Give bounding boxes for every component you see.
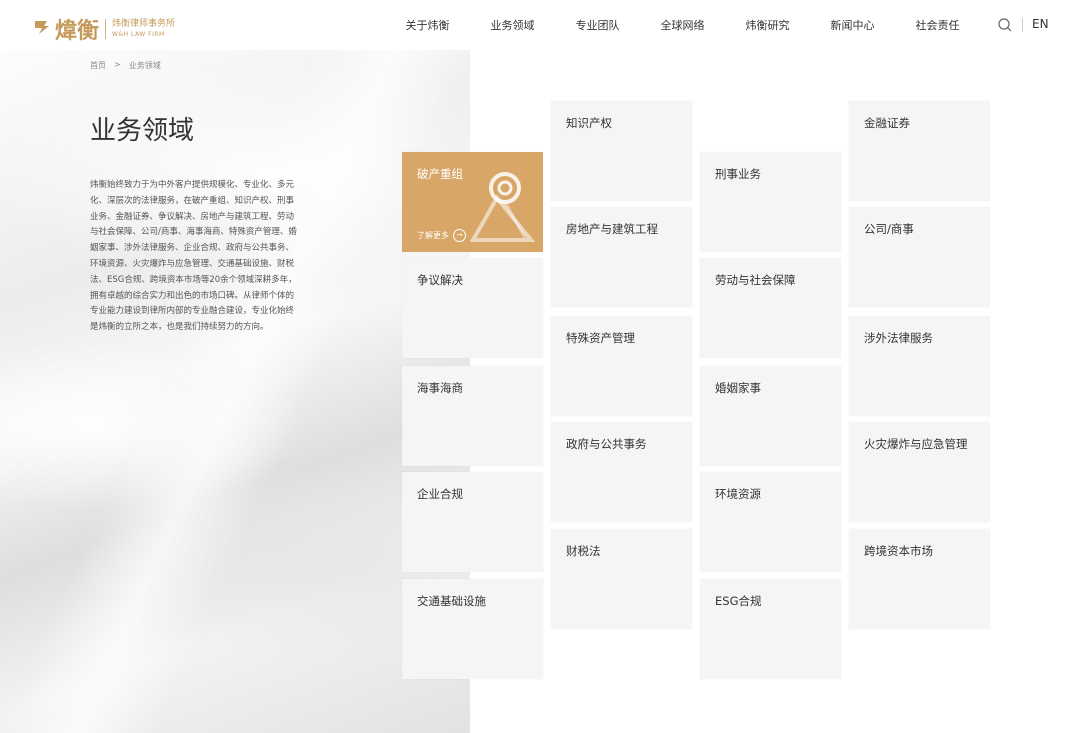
breadcrumb: 首页 > 业务领域 — [90, 60, 161, 71]
practice-tile-label: 政府与公共事务 — [566, 437, 647, 451]
practice-tile-label: 涉外法律服务 — [864, 331, 933, 345]
practice-tile-label: 特殊资产管理 — [566, 331, 635, 345]
practice-tile-esg[interactable]: ESG合规 — [700, 579, 841, 679]
practice-tile-environment[interactable]: 环境资源 — [700, 472, 841, 572]
practice-tile-label: 争议解决 — [417, 273, 463, 287]
logo-en-name: W&H LAW FIRM — [112, 31, 165, 38]
practice-tile-label: 劳动与社会保障 — [715, 273, 796, 287]
practice-tile-real-estate[interactable]: 房地产与建筑工程 — [551, 207, 692, 307]
practice-tile-ip[interactable]: 知识产权 — [551, 101, 692, 201]
practice-tile-label: 企业合规 — [417, 487, 463, 501]
nav-research[interactable]: 炜衡研究 — [725, 17, 810, 33]
practice-tile-foreign-legal[interactable]: 涉外法律服务 — [849, 316, 990, 416]
logo-mark: 煒衡 — [32, 13, 99, 45]
practice-tile-label: 知识产权 — [566, 116, 612, 130]
nav-about[interactable]: 关于炜衡 — [385, 17, 470, 33]
practice-tile-dispute-resolution[interactable]: 争议解决 — [402, 258, 543, 358]
practice-tile-family[interactable]: 婚姻家事 — [700, 366, 841, 466]
logo-text: 炜衡律师事务所 W&H LAW FIRM — [112, 19, 175, 39]
practice-tile-label: 海事海商 — [417, 381, 463, 395]
practice-tile-cross-border-capital[interactable]: 跨境资本市场 — [849, 529, 990, 629]
practice-tile-labor[interactable]: 劳动与社会保障 — [700, 258, 841, 358]
practice-tile-maritime[interactable]: 海事海商 — [402, 366, 543, 466]
site-header: 煒衡 炜衡律师事务所 W&H LAW FIRM 关于炜衡 业务领域 专业团队 全… — [0, 0, 1080, 50]
practice-tile-special-assets[interactable]: 特殊资产管理 — [551, 316, 692, 416]
practice-tile-label: 火灾爆炸与应急管理 — [864, 437, 968, 451]
search-icon[interactable] — [997, 17, 1013, 33]
background-silk-image — [0, 50, 470, 733]
practice-tile-label: 刑事业务 — [715, 167, 761, 181]
arrow-right-icon: → — [453, 229, 466, 242]
logo-cn-name: 炜衡律师事务所 — [112, 19, 176, 29]
practice-tile-label: 财税法 — [566, 544, 601, 558]
practice-tile-label: ESG合规 — [715, 594, 762, 608]
nav-team[interactable]: 专业团队 — [555, 17, 640, 33]
header-divider — [1022, 18, 1023, 32]
logo[interactable]: 煒衡 炜衡律师事务所 W&H LAW FIRM — [32, 13, 175, 45]
language-switch[interactable]: EN — [1032, 17, 1049, 31]
nav-social-responsibility[interactable]: 社会责任 — [895, 17, 980, 33]
practice-tile-bankruptcy[interactable]: 破产重组 了解更多 → — [402, 152, 543, 252]
practice-tile-finance-securities[interactable]: 金融证券 — [849, 101, 990, 201]
practice-tile-tax-law[interactable]: 财税法 — [551, 529, 692, 629]
logo-wordmark: 煒衡 — [55, 19, 100, 44]
nav-news[interactable]: 新闻中心 — [810, 17, 895, 33]
learn-more-label: 了解更多 — [417, 231, 449, 240]
breadcrumb-home[interactable]: 首页 — [90, 60, 106, 71]
logo-divider — [105, 19, 107, 39]
breadcrumb-current: 业务领域 — [128, 61, 161, 70]
practice-tile-fire-emergency[interactable]: 火灾爆炸与应急管理 — [849, 422, 990, 522]
practice-tile-label: 公司/商事 — [864, 222, 914, 236]
practice-tile-label: 房地产与建筑工程 — [566, 222, 658, 236]
main-nav: 关于炜衡 业务领域 专业团队 全球网络 炜衡研究 新闻中心 社会责任 — [385, 0, 980, 50]
practice-tile-transport-infrastructure[interactable]: 交通基础设施 — [402, 579, 543, 679]
practice-tile-label: 破产重组 — [417, 167, 463, 181]
nav-practice-areas[interactable]: 业务领域 — [470, 17, 555, 33]
breadcrumb-separator: > — [114, 60, 121, 69]
practice-tile-government-affairs[interactable]: 政府与公共事务 — [551, 422, 692, 522]
practice-tile-label: 交通基础设施 — [417, 594, 486, 608]
logo-symbol-icon — [32, 17, 52, 42]
practice-tile-corporate-commercial[interactable]: 公司/商事 — [849, 207, 990, 307]
practice-tile-label: 环境资源 — [715, 487, 761, 501]
page-title: 业务领域 — [90, 116, 195, 146]
practice-tile-label: 金融证券 — [864, 116, 910, 130]
practice-tile-label: 婚姻家事 — [715, 381, 761, 395]
nav-global-network[interactable]: 全球网络 — [640, 17, 725, 33]
practice-tile-criminal[interactable]: 刑事业务 — [700, 152, 841, 252]
practice-tile-corporate-compliance[interactable]: 企业合规 — [402, 472, 543, 572]
bankruptcy-graphic-icon — [465, 168, 536, 247]
learn-more-link[interactable]: 了解更多 → — [417, 229, 466, 242]
practice-tile-label: 跨境资本市场 — [864, 544, 933, 558]
intro-text: 炜衡始终致力于为中外客户提供规模化、专业化、多元化、深层次的法律服务，在破产重组… — [90, 180, 297, 333]
